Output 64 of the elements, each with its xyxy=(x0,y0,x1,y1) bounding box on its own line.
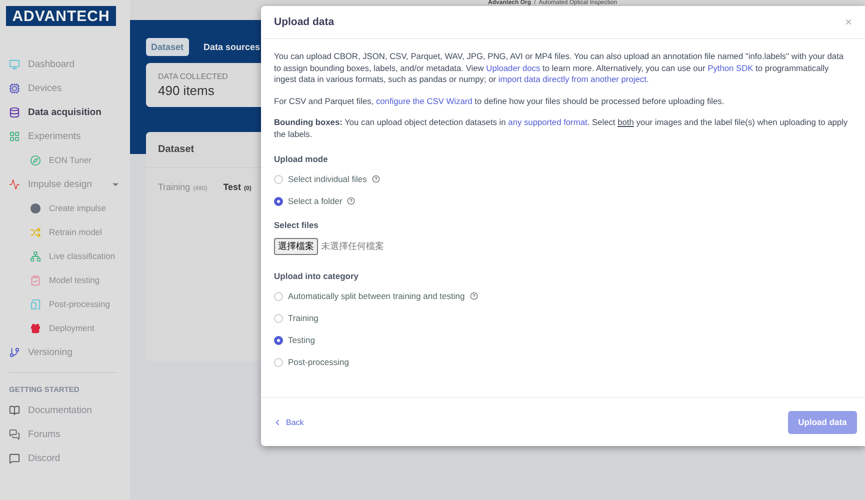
section-heading: Upload into category xyxy=(274,271,360,281)
sidebar-item[interactable]: Dashboard xyxy=(0,52,130,76)
chevron-icon xyxy=(273,418,282,426)
database-icon xyxy=(9,106,20,118)
sidebar-item[interactable]: Model testing xyxy=(0,268,130,292)
help-icon xyxy=(347,197,356,205)
summary-value: 490 items xyxy=(158,83,216,98)
help-icon xyxy=(372,175,380,183)
sidebar-link[interactable]: Discord xyxy=(0,446,130,470)
sidebar-item[interactable]: Retrain model xyxy=(0,220,130,244)
sidebar-item[interactable]: EON Tuner xyxy=(0,148,130,172)
radio-option[interactable]: Select individual files xyxy=(274,172,380,186)
link[interactable]: any supported format xyxy=(508,117,588,127)
file-status: 未選擇任何檔案 xyxy=(321,240,384,253)
upload-button[interactable]: Upload data xyxy=(788,410,857,434)
sidebar-link[interactable]: Forums xyxy=(0,422,130,446)
tab[interactable]: Dataset xyxy=(146,38,189,56)
tablet-icon xyxy=(30,298,41,310)
summary-label: DATA COLLECTED xyxy=(158,72,228,81)
book-icon xyxy=(9,404,20,416)
close-button[interactable]: × xyxy=(844,15,852,29)
sidebar-item[interactable]: Impulse design xyxy=(0,172,130,196)
tab[interactable]: Data sources xyxy=(198,38,266,56)
chat-icon xyxy=(9,428,20,440)
radio-option[interactable]: Testing xyxy=(274,333,315,347)
radio-option[interactable]: Select a folder xyxy=(274,194,356,208)
back-button[interactable]: Back xyxy=(273,418,304,426)
dot-icon xyxy=(30,202,41,214)
sidebar-item[interactable]: Devices xyxy=(0,76,130,100)
chip-icon xyxy=(9,82,20,94)
radio-button[interactable] xyxy=(274,196,283,206)
sidebar-item[interactable]: Data acquisition xyxy=(0,100,130,124)
dialog-title: Upload data xyxy=(274,16,334,28)
link[interactable]: Uploader docs xyxy=(486,62,540,72)
sidebar-item[interactable]: Deployment xyxy=(0,316,130,340)
compass-icon xyxy=(30,154,41,166)
message-icon xyxy=(9,452,20,464)
sidebar-link[interactable]: Documentation xyxy=(0,398,130,422)
shuffle-icon xyxy=(30,226,41,238)
radio-option[interactable]: Post-processing xyxy=(274,355,349,369)
gift-icon xyxy=(30,322,41,334)
pulse-icon xyxy=(9,178,20,190)
branch-icon xyxy=(9,346,20,358)
radio-option[interactable]: Automatically split between training and testing xyxy=(274,289,478,303)
paragraph: For CSV and Parquet files, configure the CSV Wizard to define how your files should be processed before uploading files. xyxy=(274,96,726,107)
help-icon xyxy=(470,292,478,300)
sidebar-item[interactable]: Post-processing xyxy=(0,292,130,316)
sidebar-item[interactable]: Live classification xyxy=(0,244,130,268)
monitor-icon xyxy=(9,58,20,70)
radio-button[interactable] xyxy=(274,336,283,344)
clipboard-icon xyxy=(30,274,41,286)
choose-file-button[interactable]: 選擇檔案 xyxy=(274,238,318,255)
sidebar-item[interactable]: Create impulse xyxy=(0,196,130,220)
logo: ADVANTECH xyxy=(6,6,116,26)
section-heading: Select files xyxy=(274,220,320,230)
link[interactable]: import data directly from another project xyxy=(498,74,646,84)
grid-icon xyxy=(9,130,20,142)
link[interactable]: configure the CSV Wizard xyxy=(376,96,472,106)
sidebar-item[interactable]: Experiments xyxy=(0,124,130,148)
sidebar-item[interactable]: Versioning xyxy=(0,340,130,364)
network-icon xyxy=(30,250,41,262)
radio-option[interactable]: Training xyxy=(274,311,318,325)
paragraph: You can upload CBOR, JSON, CSV, Parquet, WAV, JPG, PNG, AVI or MP4 files. You can also upload an annotation file named "info.labels" with your data to assign bounding boxes, labels, and/or metadata. View Uploader docs to learn more. Alternatively, you can use our Python SDK to programmatically ingest data in various formats, such as pandas or numpy; or import data directly from another project. xyxy=(274,51,845,86)
link[interactable]: Python SDK xyxy=(708,62,754,72)
